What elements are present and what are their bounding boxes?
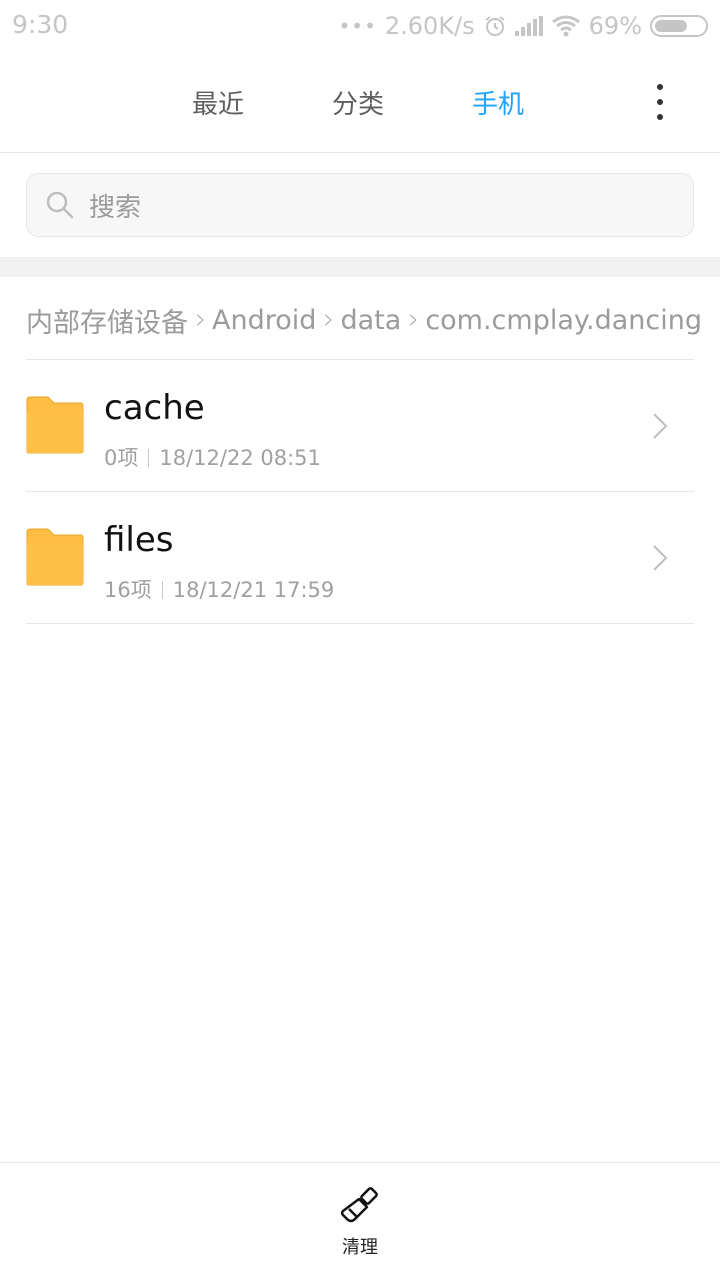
breadcrumb-item-package[interactable]: com.cmplay.dancing bbox=[425, 305, 702, 336]
wifi-icon bbox=[551, 15, 580, 37]
chevron-right-icon bbox=[653, 413, 668, 439]
list-item-files[interactable]: files 16项 18/12/21 17:59 bbox=[26, 492, 694, 624]
breadcrumb-item-data[interactable]: data bbox=[340, 305, 401, 336]
notification-dots: ••• bbox=[338, 14, 377, 38]
status-indicators: ••• 2.60K/s 69% bbox=[338, 10, 708, 42]
tab-category[interactable]: 分类 bbox=[332, 84, 384, 121]
file-name: cache bbox=[104, 388, 205, 428]
battery-icon bbox=[650, 15, 708, 37]
chevron-right-icon bbox=[410, 314, 418, 326]
file-modified: 18/12/22 08:51 bbox=[159, 446, 321, 470]
more-vertical-icon[interactable] bbox=[656, 84, 664, 120]
chevron-right-icon bbox=[325, 314, 333, 326]
breadcrumb-item-internal-storage[interactable]: 内部存储设备 bbox=[26, 301, 188, 340]
battery-percent: 69% bbox=[588, 12, 642, 40]
breadcrumb: 内部存储设备 Android data com.cmplay.dancing bbox=[26, 300, 702, 340]
chevron-right-icon bbox=[196, 314, 204, 326]
breadcrumb-item-android[interactable]: Android bbox=[212, 305, 316, 336]
file-meta: 16项 18/12/21 17:59 bbox=[104, 574, 334, 604]
file-count: 0项 bbox=[104, 446, 139, 470]
chevron-right-icon bbox=[653, 545, 668, 571]
search-placeholder: 搜索 bbox=[89, 192, 142, 223]
clean-button[interactable]: 清理 bbox=[330, 1185, 390, 1259]
section-divider bbox=[0, 257, 720, 277]
file-count: 16项 bbox=[104, 578, 152, 602]
status-time: 9:30 bbox=[12, 10, 69, 39]
clean-label: 清理 bbox=[342, 1237, 378, 1258]
search-bar[interactable]: 搜索 bbox=[26, 173, 694, 237]
brush-icon bbox=[340, 1187, 378, 1223]
file-name: files bbox=[104, 520, 174, 560]
tab-phone[interactable]: 手机 bbox=[472, 84, 524, 121]
search-icon bbox=[46, 191, 74, 219]
battery-fill bbox=[655, 20, 687, 32]
status-bar: 9:30 ••• 2.60K/s 69% bbox=[0, 0, 720, 52]
folder-icon bbox=[26, 528, 84, 586]
signal-icon bbox=[514, 16, 543, 36]
file-modified: 18/12/21 17:59 bbox=[172, 578, 335, 602]
file-meta: 0项 18/12/22 08:51 bbox=[104, 442, 321, 472]
list-item-cache[interactable]: cache 0项 18/12/22 08:51 bbox=[26, 360, 694, 492]
alarm-icon bbox=[485, 16, 505, 36]
tab-recent[interactable]: 最近 bbox=[192, 84, 244, 121]
folder-icon bbox=[26, 396, 84, 454]
bottom-bar: 清理 bbox=[0, 1162, 720, 1281]
network-speed: 2.60K/s bbox=[384, 12, 475, 40]
top-tabs: 最近 分类 手机 bbox=[0, 52, 720, 153]
